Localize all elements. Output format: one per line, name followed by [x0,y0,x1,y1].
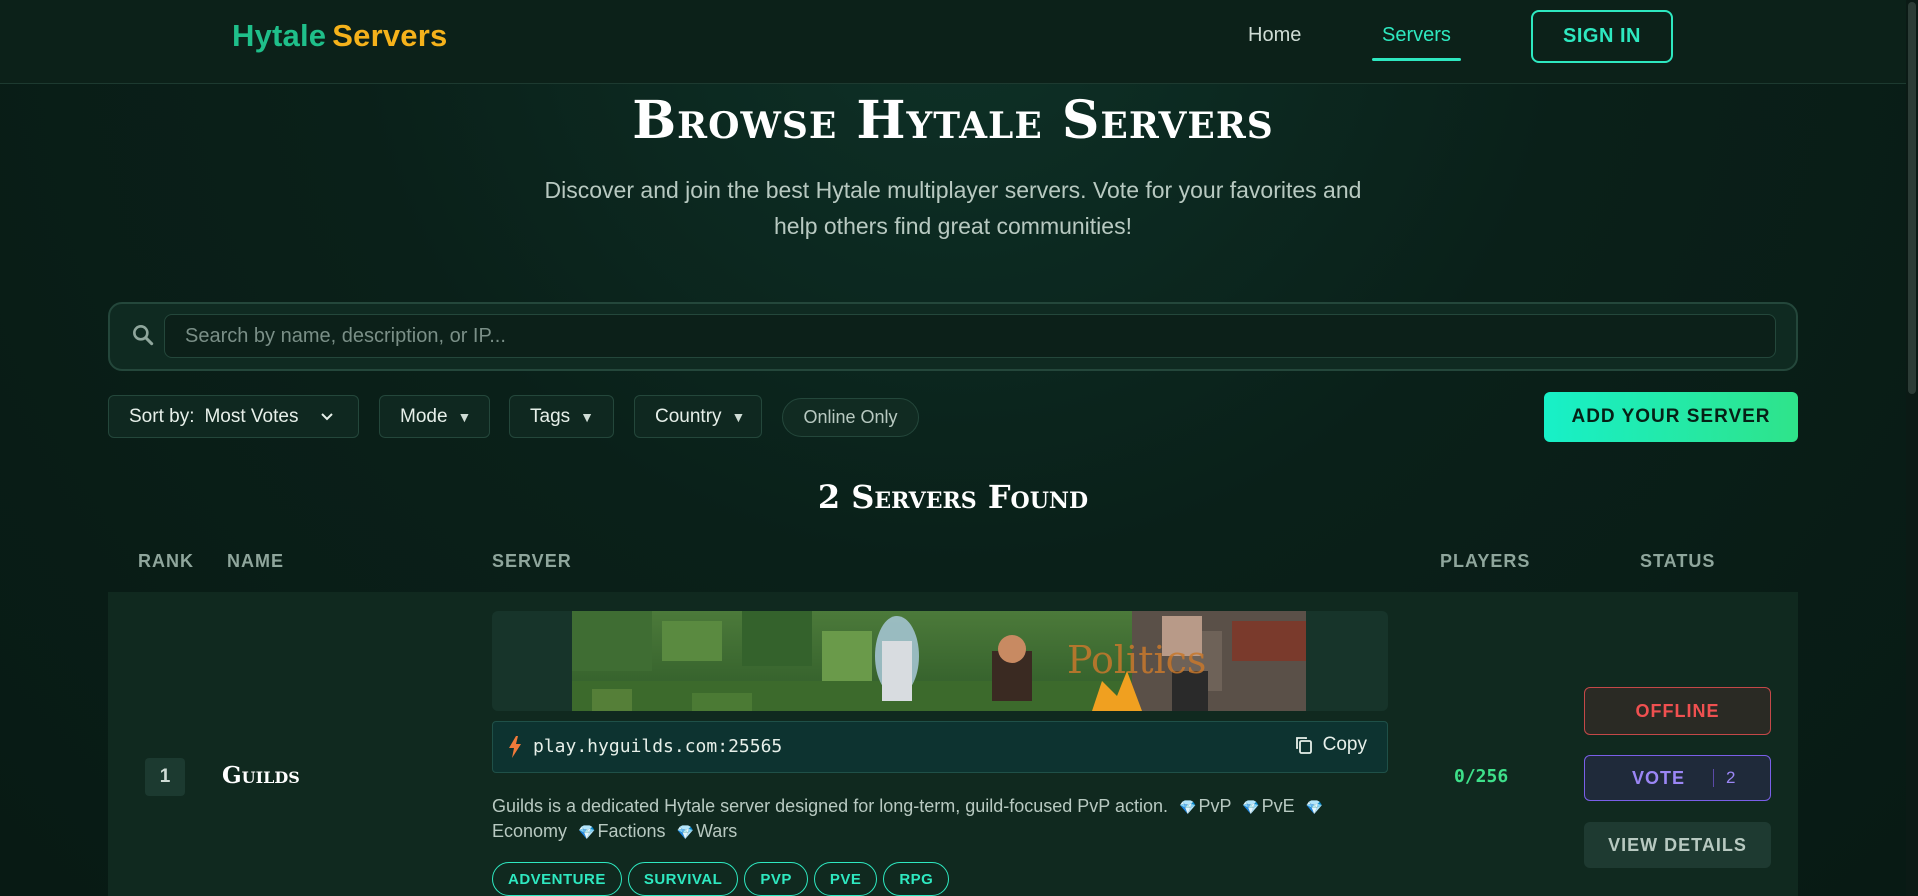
online-only-toggle[interactable]: Online Only [782,398,919,437]
status-badge: OFFLINE [1584,687,1771,735]
server-banner-image[interactable]: Politics [572,611,1306,711]
sort-label: Sort by: [129,405,195,427]
feature-label: Economy [492,821,568,841]
server-description: Guilds is a dedicated Hytale server desi… [492,794,1352,844]
server-ip: play.hyguilds.com:25565 [533,736,783,757]
nav-link-home[interactable]: Home [1248,24,1301,47]
gem-icon: 💎 [578,824,596,840]
server-banner-frame: Politics [492,611,1388,711]
gem-icon: 💎 [676,824,694,840]
active-nav-indicator [1372,58,1461,61]
banner-text: Politics [1067,638,1206,682]
vote-button[interactable]: VOTE 2 [1584,755,1771,801]
brand-name-part1: Hytale [232,18,327,53]
player-count: 0/256 [1454,766,1509,787]
view-details-button[interactable]: VIEW DETAILS [1584,822,1771,868]
sign-in-button[interactable]: SIGN IN [1531,10,1673,63]
description-text: Guilds is a dedicated Hytale server desi… [492,796,1169,816]
search-bar [108,302,1798,371]
feature-label: Factions [597,821,666,841]
column-header-status: STATUS [1640,551,1716,571]
copy-label: Copy [1322,734,1367,755]
copy-ip-button[interactable]: Copy [1295,734,1367,756]
tag-rpg[interactable]: RPG [883,862,950,896]
server-name-link[interactable]: Guilds [222,762,300,789]
gem-icon: 💎 [1305,799,1324,815]
server-tags: ADVENTURE SURVIVAL PVP PVE RPG [492,862,950,896]
caret-down-icon: ▼ [580,408,594,425]
vote-divider [1713,769,1715,787]
add-server-button[interactable]: ADD YOUR SERVER [1544,392,1798,442]
top-navbar: Hytale Servers Home Servers SIGN IN [0,0,1906,84]
gem-icon: 💎 [1242,799,1260,815]
rank-badge: 1 [145,758,185,796]
tags-filter-label: Tags [530,405,571,427]
country-filter-dropdown[interactable]: Country ▼ [634,395,762,438]
feature-label: PvE [1261,796,1295,816]
caret-down-icon: ▼ [731,408,746,425]
mode-filter-label: Mode [400,405,448,427]
page-scrollbar-thumb[interactable] [1908,2,1916,394]
feature-label: Wars [695,821,738,841]
vote-label: VOTE [1632,767,1686,788]
chevron-down-icon [321,412,334,420]
tag-survival[interactable]: SURVIVAL [627,862,739,896]
site-logo[interactable]: Hytale Servers [232,18,447,54]
vote-count: 2 [1726,768,1737,787]
brand-name-part2: Servers [332,18,448,53]
sort-dropdown[interactable]: Sort by: Most Votes [108,395,359,438]
column-header-name: NAME [227,551,284,571]
tags-filter-dropdown[interactable]: Tags ▼ [509,395,614,438]
country-filter-label: Country [655,405,722,427]
copy-icon [1295,737,1312,754]
tag-adventure[interactable]: ADVENTURE [492,862,622,896]
sort-value: Most Votes [204,405,299,427]
gem-icon: 💎 [1179,799,1197,815]
bolt-icon [509,736,521,758]
column-header-server: SERVER [492,551,572,571]
page-title: Browse Hytale Servers [632,90,1274,151]
mode-filter-dropdown[interactable]: Mode ▼ [379,395,490,438]
nav-link-servers[interactable]: Servers [1382,24,1451,47]
search-icon [133,325,154,346]
column-header-rank: RANK [138,551,194,571]
column-header-players: PLAYERS [1440,551,1531,571]
page-subtitle: Discover and join the best Hytale multip… [544,177,1362,239]
tag-pve[interactable]: PVE [813,862,878,896]
feature-label: PvP [1198,796,1232,816]
tag-pvp[interactable]: PVP [744,862,808,896]
caret-down-icon: ▼ [457,408,472,425]
results-count-heading: 2 Servers Found [817,478,1089,516]
search-input[interactable] [164,314,1776,358]
server-ip-box: play.hyguilds.com:25565 Copy [492,721,1388,773]
